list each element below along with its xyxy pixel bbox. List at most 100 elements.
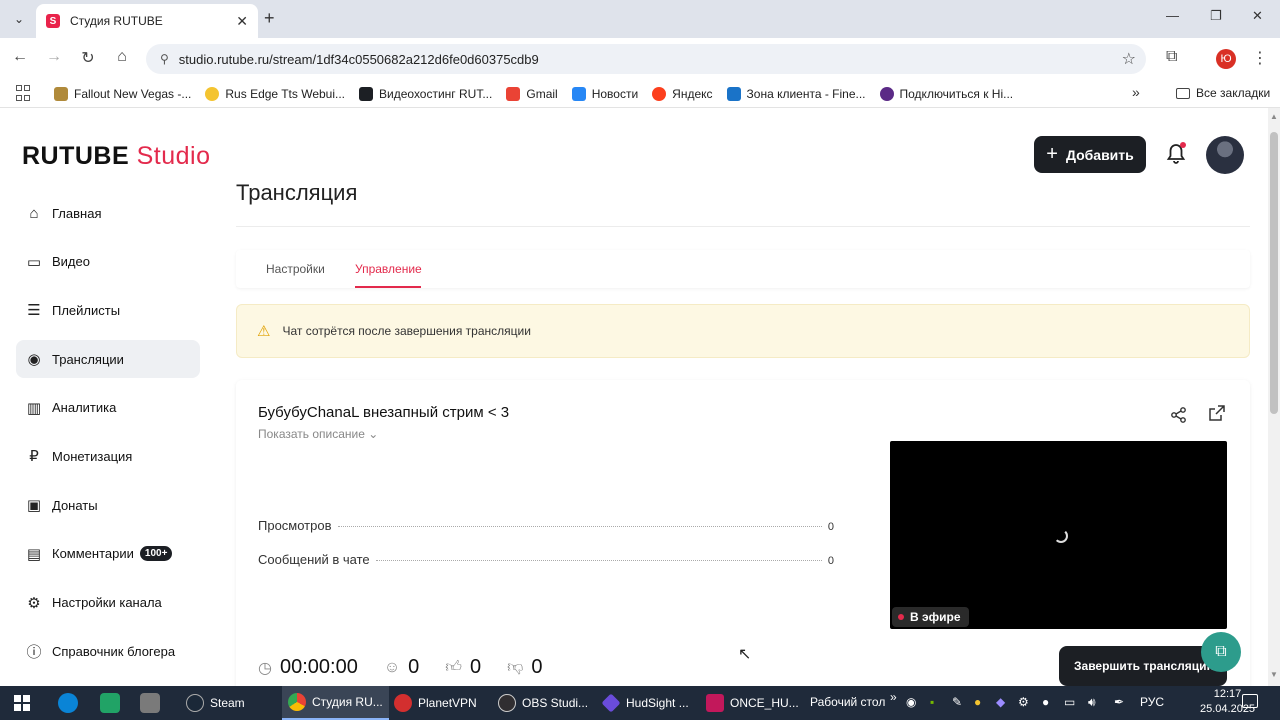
scroll-up-icon[interactable]: ▲	[1270, 112, 1278, 121]
stream-preview-player[interactable]: В эфире	[890, 441, 1227, 629]
show-description-link[interactable]: Показать описание ⌄	[258, 427, 378, 441]
tray-obs-icon[interactable]: ◉	[906, 695, 916, 709]
back-icon[interactable]: ←	[8, 48, 32, 66]
clock-icon: ◷	[258, 659, 272, 677]
tab-settings[interactable]: Настройки	[266, 262, 325, 276]
sidebar-item-analytics[interactable]: ▥ Аналитика	[16, 389, 200, 427]
tray-gear-icon[interactable]: ⚙	[1018, 695, 1029, 709]
sidebar-item-help[interactable]: ⓘ Справочник блогера	[16, 632, 200, 670]
bookmark-star-icon[interactable]: ☆	[1122, 49, 1136, 69]
edge-icon[interactable]	[58, 693, 78, 713]
scroll-thumb[interactable]	[1270, 132, 1278, 414]
rutube-studio-logo[interactable]: RUTUBE Studio	[22, 142, 211, 171]
tray-edit-icon[interactable]: ✎	[952, 695, 962, 709]
notifications-bell-icon[interactable]	[1164, 142, 1188, 166]
live-badge: В эфире	[892, 607, 969, 627]
bookmark-item[interactable]: Gmail	[506, 86, 558, 101]
profile-avatar-icon[interactable]: Ю	[1216, 49, 1236, 69]
sidebar-item-monetization[interactable]: ₽ Монетизация	[16, 437, 200, 475]
open-external-icon[interactable]	[1208, 404, 1226, 427]
add-button[interactable]: + Добавить	[1034, 136, 1146, 173]
taskbar-app-steam[interactable]: Steam	[180, 686, 251, 720]
all-bookmarks[interactable]: Все закладки	[1176, 86, 1270, 100]
sidebar-item-broadcasts[interactable]: ◉ Трансляции	[16, 340, 200, 379]
folder-icon	[1176, 87, 1190, 99]
bookmark-item[interactable]: Яндекс	[652, 86, 713, 101]
bookmark-item[interactable]: Rus Edge Tts Webui...	[205, 86, 345, 101]
shield-icon	[879, 86, 894, 101]
stat-views: Просмотров 0	[258, 518, 834, 533]
tray-app-icon[interactable]: ●	[974, 695, 981, 709]
playlist-icon: ☰	[27, 302, 41, 320]
desktop-toolbar-label[interactable]: Рабочий стол	[810, 695, 885, 709]
messages-value: 0	[827, 555, 834, 567]
user-icon: ☺	[383, 658, 401, 676]
tab-close-icon[interactable]: ✕	[236, 13, 248, 30]
scroll-down-icon[interactable]: ▼	[1270, 670, 1278, 679]
yandex-icon	[652, 86, 667, 101]
browser-toolbar: ← → ↻ ⌂ ⚲ studio.rutube.ru/stream/1df34c…	[0, 38, 1280, 80]
avatar[interactable]	[1206, 136, 1244, 174]
bookmark-item[interactable]: Новости	[571, 86, 638, 101]
tray-hudsight-icon[interactable]: ◆	[996, 695, 1005, 709]
sidebar-item-donations[interactable]: ▣ Донаты	[16, 486, 200, 524]
microphone-icon[interactable]: ●	[1042, 695, 1049, 709]
reload-icon[interactable]: ↻	[76, 48, 100, 68]
tray-expand-icon[interactable]: »	[890, 690, 897, 704]
chrome-menu-icon[interactable]: ⋮	[1252, 48, 1268, 68]
language-indicator[interactable]: РУС	[1140, 695, 1164, 709]
pen-icon[interactable]: ✒	[1114, 695, 1124, 709]
apps-grid-icon[interactable]	[16, 84, 34, 103]
sidebar: ⌂ Главная ▭ Видео ☰ Плейлисты ◉ Трансляции ▥…	[16, 194, 200, 681]
browser-tab[interactable]: S Студия RUTUBE ✕	[36, 4, 258, 38]
taskbar-app-hudsight[interactable]: HudSight ...	[596, 686, 695, 720]
tab-search-chevron-icon[interactable]: ⌄	[8, 8, 30, 30]
notification-center-icon[interactable]	[1242, 694, 1258, 708]
loading-spinner-icon	[1054, 529, 1068, 543]
sidebar-item-home[interactable]: ⌂ Главная	[16, 194, 200, 232]
address-bar[interactable]: ⚲ studio.rutube.ru/stream/1df34c0550682a…	[146, 44, 1146, 74]
live-dot	[898, 614, 904, 620]
comments-count-badge: 100+	[139, 546, 173, 562]
tab-management[interactable]: Управление	[355, 262, 422, 276]
bookmark-item[interactable]: Зона клиента - Fine...	[726, 86, 866, 101]
mouse-cursor-icon: ↖	[738, 646, 752, 663]
notification-dot	[1180, 142, 1186, 148]
sidebar-item-video[interactable]: ▭ Видео	[16, 243, 200, 281]
plus-icon: +	[1046, 143, 1058, 165]
more-bookmarks-icon[interactable]: »	[1132, 84, 1140, 100]
minimize-icon[interactable]: —	[1166, 8, 1179, 23]
sidebar-item-playlists[interactable]: ☰ Плейлисты	[16, 291, 200, 329]
network-icon[interactable]: ▭	[1064, 695, 1075, 709]
taskbar-app-planetvpn[interactable]: PlanetVPN	[388, 686, 483, 720]
taskbar-app-chrome[interactable]: Студия RU...	[282, 686, 389, 720]
taskbar-app-obs[interactable]: OBS Studi...	[492, 686, 594, 720]
new-tab-plus-icon[interactable]: +	[264, 8, 275, 29]
video-icon: ▭	[26, 253, 42, 271]
close-window-icon[interactable]: ✕	[1252, 8, 1263, 24]
sidebar-item-comments[interactable]: ▤ Комментарии 100+	[16, 535, 200, 573]
calculator-icon[interactable]	[140, 693, 160, 713]
bookmark-item[interactable]: Подключиться к Hi...	[879, 86, 1013, 101]
support-chat-icon[interactable]: ⧉	[1201, 632, 1241, 672]
volume-icon[interactable]: 🔊︎	[1088, 695, 1096, 710]
sidebar-item-channel-settings[interactable]: ⚙ Настройки канала	[16, 584, 200, 622]
app-h-icon[interactable]	[100, 693, 120, 713]
extensions-icon[interactable]: ⧉	[1166, 48, 1177, 66]
forward-icon[interactable]: →	[42, 48, 66, 66]
likes-stat: 👍︎ 0	[445, 656, 482, 678]
bookmark-item[interactable]: Видеохостинг RUT...	[359, 86, 492, 101]
share-icon[interactable]	[1170, 406, 1188, 428]
vk-icon	[571, 86, 586, 101]
page-scrollbar[interactable]: ▲ ▼	[1268, 108, 1280, 686]
ruble-icon: ₽	[29, 448, 39, 466]
analytics-icon: ▥	[26, 399, 42, 417]
tray-nvidia-icon[interactable]: ▪	[930, 695, 934, 709]
bookmarks-bar: Fallout New Vegas -... Rus Edge Tts Webu…	[0, 80, 1280, 108]
bookmark-item[interactable]: Fallout New Vegas -...	[54, 86, 191, 101]
restore-icon[interactable]: ❐	[1210, 8, 1222, 24]
site-info-icon[interactable]: ⚲	[160, 52, 169, 66]
home-browser-icon[interactable]: ⌂	[110, 48, 134, 66]
windows-start-icon[interactable]	[14, 695, 30, 711]
taskbar-app-once[interactable]: ONCE_HU...	[700, 686, 805, 720]
